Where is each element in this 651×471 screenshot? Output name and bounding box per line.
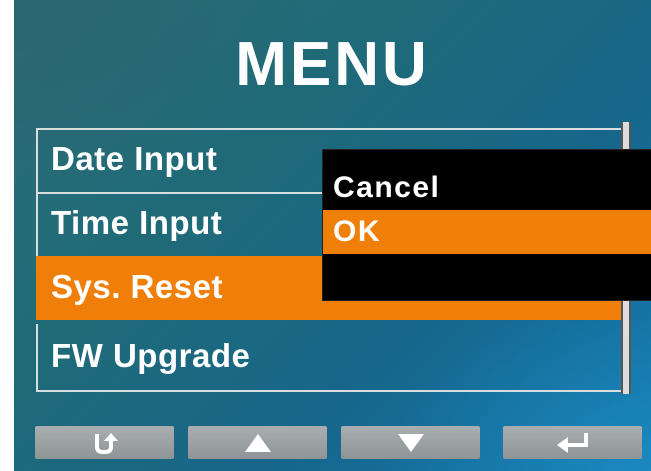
enter-icon	[553, 430, 593, 456]
enter-button[interactable]	[503, 426, 642, 459]
cancel-option[interactable]: Cancel	[323, 168, 651, 208]
ok-option[interactable]: OK	[323, 210, 651, 254]
confirm-popup: Cancel OK	[323, 150, 651, 300]
down-arrow-icon	[396, 432, 426, 454]
down-button[interactable]	[341, 426, 480, 459]
device-screen: MENU Date Input Time Input Sys. Reset FW…	[14, 0, 651, 471]
return-button[interactable]	[35, 426, 174, 459]
page-title: MENU	[235, 30, 430, 99]
up-button[interactable]	[188, 426, 327, 459]
softkey-bar	[35, 426, 645, 459]
menu-item-fw-upgrade[interactable]: FW Upgrade	[36, 324, 625, 392]
up-arrow-icon	[243, 432, 273, 454]
return-icon	[90, 430, 120, 456]
